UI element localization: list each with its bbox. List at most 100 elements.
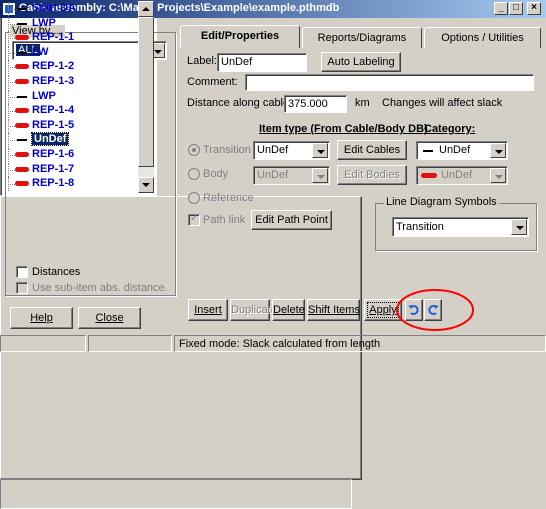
tree-item[interactable]: REP-1-7 [2, 162, 136, 177]
tab-options-utilities[interactable]: Options / Utilities [424, 27, 541, 48]
tree-items: Start DA LWP REP-1-1 LW REP-1-2 REP-1-3 LWP REP… [2, 2, 136, 192]
tree-item[interactable]: REP-1-8 [2, 177, 136, 192]
chevron-down-icon[interactable] [490, 143, 506, 158]
chevron-down-icon[interactable] [490, 168, 506, 183]
duplicate-button[interactable]: Duplicate [230, 299, 277, 321]
edit-path-point-label: Edit Path Point [255, 214, 328, 226]
tree-item[interactable]: LWP [2, 89, 136, 104]
comment-input[interactable] [245, 74, 534, 91]
tab-edit-properties[interactable]: Edit/Properties [180, 25, 300, 48]
tree-connector [8, 23, 17, 25]
status-cell-1 [0, 335, 86, 352]
close-button[interactable]: Close [78, 307, 141, 329]
tree-item[interactable]: LW [2, 45, 136, 60]
auto-labeling-button[interactable]: Auto Labeling [321, 52, 401, 72]
path-link-checkbox[interactable] [188, 213, 200, 226]
shift-items-button[interactable]: Shift Items [307, 299, 360, 321]
tree-item-label: REP-1-6 [32, 148, 75, 160]
distance-caption: Distance along cable: [187, 97, 293, 109]
body-radio[interactable] [188, 168, 200, 180]
chevron-down-icon[interactable] [312, 143, 328, 158]
transition-category-value: UnDef [439, 144, 471, 156]
tree-item[interactable]: REP-1-3 [2, 75, 136, 89]
tree-item[interactable]: REP-1-5 [2, 118, 136, 133]
help-button-label: Help [30, 312, 53, 324]
distances-checkbox[interactable] [16, 266, 28, 278]
body-category-value: UnDef [441, 169, 473, 181]
line-diagram-select[interactable]: Transition [392, 217, 529, 237]
tree-item-label: REP-1-5 [32, 118, 75, 131]
tree-connector [8, 52, 17, 54]
transition-label: Transition [203, 144, 251, 156]
label-input[interactable]: UnDef [217, 53, 307, 72]
use-subitem-checkbox[interactable] [16, 282, 28, 294]
red-cable-icon [15, 122, 29, 128]
body-type-select[interactable]: UnDef [253, 166, 330, 185]
tree-connector [8, 140, 17, 142]
line-diagram-value: Transition [396, 221, 444, 233]
tree-item[interactable]: REP-1-4 [2, 104, 136, 119]
action-bar [0, 479, 352, 509]
tree-item-label: REP-1-8 [32, 177, 75, 190]
tree-item[interactable]: REP-1-1 [2, 31, 136, 46]
item-type-header: Item type (From Cable/Body DB) [259, 123, 428, 135]
path-link-label: Path link [203, 214, 246, 226]
body-category-select[interactable]: UnDef [416, 166, 508, 185]
tree-item-label: LWP [32, 16, 56, 29]
black-line-icon [17, 22, 27, 25]
label-caption: Label: [187, 55, 217, 67]
tree-item-label: Start DA [32, 2, 77, 14]
tree-item-label: REP-1-1 [32, 31, 75, 44]
tree-connector [8, 96, 17, 98]
tree-item-label: REP-1-4 [32, 104, 75, 117]
distance-input[interactable]: 375.000 [284, 95, 347, 113]
assembly-tree[interactable]: Start DA LWP REP-1-1 LW REP-1-2 REP-1-3 LWP REP… [0, 0, 157, 196]
tree-scrollbar[interactable] [138, 1, 154, 193]
transition-category-select[interactable]: UnDef [416, 141, 508, 160]
chevron-down-icon[interactable] [312, 168, 328, 183]
insert-label: Insert [194, 304, 222, 316]
reference-radio[interactable] [188, 192, 200, 204]
maximize-button[interactable]: □ [509, 2, 523, 15]
tree-item-label: REP-1-2 [32, 60, 75, 73]
tab-reports-diagrams[interactable]: Reports/Diagrams [302, 27, 422, 48]
status-cell-2 [88, 335, 172, 352]
transition-type-value: UnDef [257, 144, 289, 156]
chevron-down-icon[interactable] [511, 219, 527, 235]
duplicate-label: Duplicate [231, 304, 277, 316]
delete-label: Delete [273, 304, 305, 316]
red-cable-icon [15, 35, 29, 41]
highlight-annotation [396, 289, 474, 331]
close-button-label: Close [95, 312, 124, 324]
tree-item-label: REP-1-3 [32, 75, 75, 87]
transition-radio[interactable] [188, 144, 200, 156]
tree-item[interactable]: UnDef [2, 132, 136, 148]
category-header: Category: [424, 123, 476, 135]
black-line-icon [17, 8, 27, 10]
comment-caption: Comment: [187, 76, 238, 88]
black-line-icon [17, 95, 27, 98]
transition-type-select[interactable]: UnDef [253, 141, 330, 160]
body-type-value: UnDef [257, 169, 289, 181]
edit-cables-button[interactable]: Edit Cables [337, 140, 407, 160]
apply-label: Apply [369, 304, 397, 316]
edit-bodies-button[interactable]: Edit Bodies [337, 165, 407, 185]
scroll-down-icon[interactable] [138, 177, 154, 193]
help-button[interactable]: Help [10, 307, 73, 329]
tree-item[interactable]: REP-1-2 [2, 60, 136, 75]
scroll-up-icon[interactable] [138, 1, 154, 17]
tree-item[interactable]: REP-1-6 [2, 148, 136, 162]
scroll-thumb[interactable] [138, 17, 154, 167]
tree-item[interactable]: LWP [2, 16, 136, 31]
tree-item[interactable]: Start DA [2, 2, 136, 16]
line-diagram-label: Line Diagram Symbols [384, 196, 499, 208]
minimize-button[interactable]: _ [494, 2, 508, 15]
close-window-button[interactable]: × [527, 2, 541, 15]
distance-unit: km [355, 97, 370, 109]
insert-button[interactable]: Insert [188, 299, 228, 321]
tree-item-label: UnDef [30, 132, 70, 147]
tree-item-label: REP-1-7 [32, 162, 75, 175]
delete-button[interactable]: Delete [272, 299, 305, 321]
edit-path-point-button[interactable]: Edit Path Point [251, 210, 332, 230]
distances-label: Distances [32, 266, 81, 278]
